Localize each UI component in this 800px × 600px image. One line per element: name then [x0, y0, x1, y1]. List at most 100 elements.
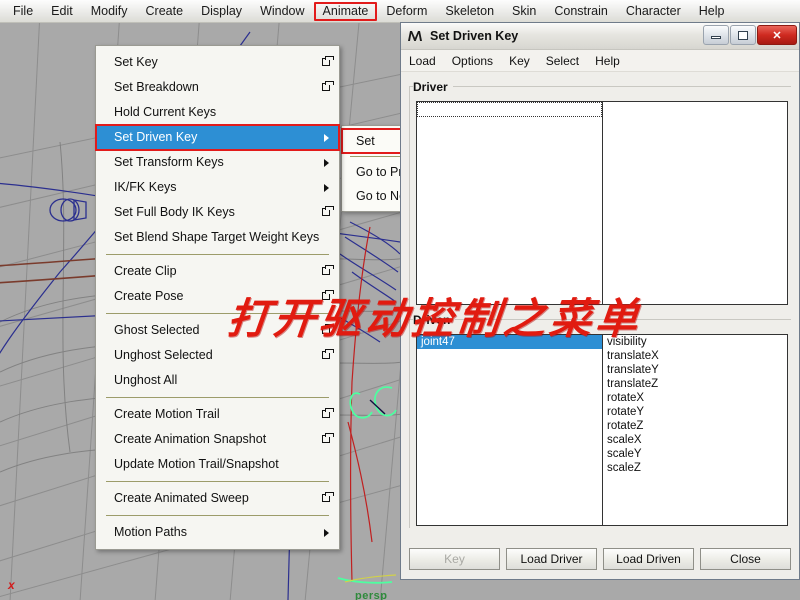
driver-object-list[interactable]	[417, 102, 603, 304]
list-item[interactable]: visibility	[603, 335, 787, 349]
animate-dropdown-menu[interactable]: Set Key Set Breakdown Hold Current Keys …	[95, 45, 340, 550]
driver-lists[interactable]	[416, 101, 788, 305]
dialog-menubar[interactable]: Load Options Key Select Help	[401, 50, 799, 72]
close-icon[interactable]: ✕	[757, 25, 797, 45]
key-button[interactable]: Key	[409, 548, 500, 570]
dialog-menu-load[interactable]: Load	[409, 54, 446, 68]
list-item[interactable]: joint47	[417, 335, 602, 349]
option-box-icon[interactable]	[322, 349, 334, 359]
list-item[interactable]: scaleX	[603, 433, 787, 447]
menu-item-label: Hold Current Keys	[114, 105, 217, 119]
option-box-icon[interactable]	[322, 324, 334, 334]
menu-item-label: Motion Paths	[114, 525, 187, 539]
menu-item-label: Set Breakdown	[114, 80, 199, 94]
option-box-icon[interactable]	[322, 408, 334, 418]
menu-item-set-full-body-ik-keys[interactable]: Set Full Body IK Keys	[96, 200, 339, 225]
list-item[interactable]: translateY	[603, 363, 787, 377]
submenu-arrow-icon	[324, 159, 329, 167]
menu-item-label: Update Motion Trail/Snapshot	[114, 457, 279, 471]
axis-indicator-x: x	[8, 578, 15, 592]
menu-item-update-motion-trail-snapshot[interactable]: Update Motion Trail/Snapshot	[96, 452, 339, 477]
menubar-item-file[interactable]: File	[4, 2, 42, 21]
main-menubar[interactable]: File Edit Modify Create Display Window A…	[0, 0, 800, 23]
menubar-item-modify[interactable]: Modify	[82, 2, 137, 21]
option-box-icon[interactable]	[322, 265, 334, 275]
dialog-menu-select[interactable]: Select	[546, 54, 589, 68]
driven-group-label: Driven	[413, 313, 456, 327]
menu-item-label: Unghost Selected	[114, 348, 213, 362]
menubar-item-deform[interactable]: Deform	[377, 2, 436, 21]
menubar-item-help[interactable]: Help	[690, 2, 734, 21]
maya-application-window: x persp File Edit Modify Create Display …	[0, 0, 800, 600]
menu-item-unghost-all[interactable]: Unghost All	[96, 368, 339, 393]
menu-item-hold-current-keys[interactable]: Hold Current Keys	[96, 100, 339, 125]
viewport-camera-label: persp	[355, 590, 388, 600]
menu-item-set-blend-shape-target-weight-keys[interactable]: Set Blend Shape Target Weight Keys	[96, 225, 339, 250]
dialog-titlebar[interactable]: Set Driven Key ✕	[401, 23, 799, 50]
menubar-item-skin[interactable]: Skin	[503, 2, 545, 21]
menu-item-label: Set Blend Shape Target Weight Keys	[114, 230, 320, 244]
menu-item-create-motion-trail[interactable]: Create Motion Trail	[96, 402, 339, 427]
menu-item-unghost-selected[interactable]: Unghost Selected	[96, 343, 339, 368]
option-box-icon[interactable]	[322, 206, 334, 216]
list-item[interactable]: translateZ	[603, 377, 787, 391]
option-box-icon[interactable]	[322, 433, 334, 443]
maximize-icon[interactable]	[730, 25, 756, 45]
window-controls[interactable]: ✕	[702, 25, 797, 45]
option-box-icon[interactable]	[322, 81, 334, 91]
submenu-arrow-icon	[324, 529, 329, 537]
menu-item-create-pose[interactable]: Create Pose	[96, 284, 339, 309]
menubar-item-character[interactable]: Character	[617, 2, 690, 21]
driven-object-list[interactable]: joint47	[417, 335, 603, 525]
menubar-item-window[interactable]: Window	[251, 2, 313, 21]
menu-item-motion-paths[interactable]: Motion Paths	[96, 520, 339, 545]
menu-item-label: Create Pose	[114, 289, 184, 303]
dialog-menu-options[interactable]: Options	[452, 54, 503, 68]
load-driver-button[interactable]: Load Driver	[506, 548, 597, 570]
driven-attribute-list[interactable]: visibility translateX translateY transla…	[603, 335, 787, 525]
menubar-item-skeleton[interactable]: Skeleton	[436, 2, 503, 21]
menu-item-create-animation-snapshot[interactable]: Create Animation Snapshot	[96, 427, 339, 452]
group-rule	[409, 319, 791, 320]
menu-item-label: Create Animation Snapshot	[114, 432, 267, 446]
menu-item-set-transform-keys[interactable]: Set Transform Keys	[96, 150, 339, 175]
menu-item-ik-fk-keys[interactable]: IK/FK Keys	[96, 175, 339, 200]
menu-item-label: Create Motion Trail	[114, 407, 220, 421]
list-item[interactable]: scaleZ	[603, 461, 787, 475]
menu-item-create-animated-sweep[interactable]: Create Animated Sweep	[96, 486, 339, 511]
menu-item-label: Create Clip	[114, 264, 177, 278]
close-button[interactable]: Close	[700, 548, 791, 570]
menu-item-ghost-selected[interactable]: Ghost Selected	[96, 318, 339, 343]
minimize-icon[interactable]	[703, 25, 729, 45]
list-item[interactable]: translateX	[603, 349, 787, 363]
dialog-menu-key[interactable]: Key	[509, 54, 540, 68]
load-driven-button[interactable]: Load Driven	[603, 548, 694, 570]
menu-item-set-breakdown[interactable]: Set Breakdown	[96, 75, 339, 100]
driven-group: Driven joint47 visibility translateX tra…	[409, 311, 791, 528]
list-item[interactable]: rotateX	[603, 391, 787, 405]
menu-item-label: Set Full Body IK Keys	[114, 205, 235, 219]
menubar-item-constrain[interactable]: Constrain	[545, 2, 617, 21]
option-box-icon[interactable]	[322, 290, 334, 300]
list-item[interactable]	[417, 102, 602, 117]
menubar-item-edit[interactable]: Edit	[42, 2, 82, 21]
driven-lists[interactable]: joint47 visibility translateX translateY…	[416, 334, 788, 526]
menubar-item-display[interactable]: Display	[192, 2, 251, 21]
option-box-icon[interactable]	[322, 492, 334, 502]
dialog-body: Driver Driven joint47 visibility transla…	[401, 72, 799, 539]
menu-item-set-key[interactable]: Set Key	[96, 50, 339, 75]
menu-item-label: Unghost All	[114, 373, 178, 387]
list-item[interactable]: rotateZ	[603, 419, 787, 433]
set-driven-key-dialog[interactable]: Set Driven Key ✕ Load Options Key Select…	[400, 22, 800, 580]
menu-item-label: Set Transform Keys	[114, 155, 224, 169]
menu-item-label: IK/FK Keys	[114, 180, 177, 194]
option-box-icon[interactable]	[322, 56, 334, 66]
menubar-item-animate[interactable]: Animate	[313, 1, 378, 21]
menubar-item-create[interactable]: Create	[137, 2, 193, 21]
list-item[interactable]: scaleY	[603, 447, 787, 461]
list-item[interactable]: rotateY	[603, 405, 787, 419]
dialog-menu-help[interactable]: Help	[595, 54, 630, 68]
menu-item-set-driven-key[interactable]: Set Driven Key	[95, 124, 340, 151]
menu-item-create-clip[interactable]: Create Clip	[96, 259, 339, 284]
driver-attribute-list[interactable]	[603, 102, 787, 304]
